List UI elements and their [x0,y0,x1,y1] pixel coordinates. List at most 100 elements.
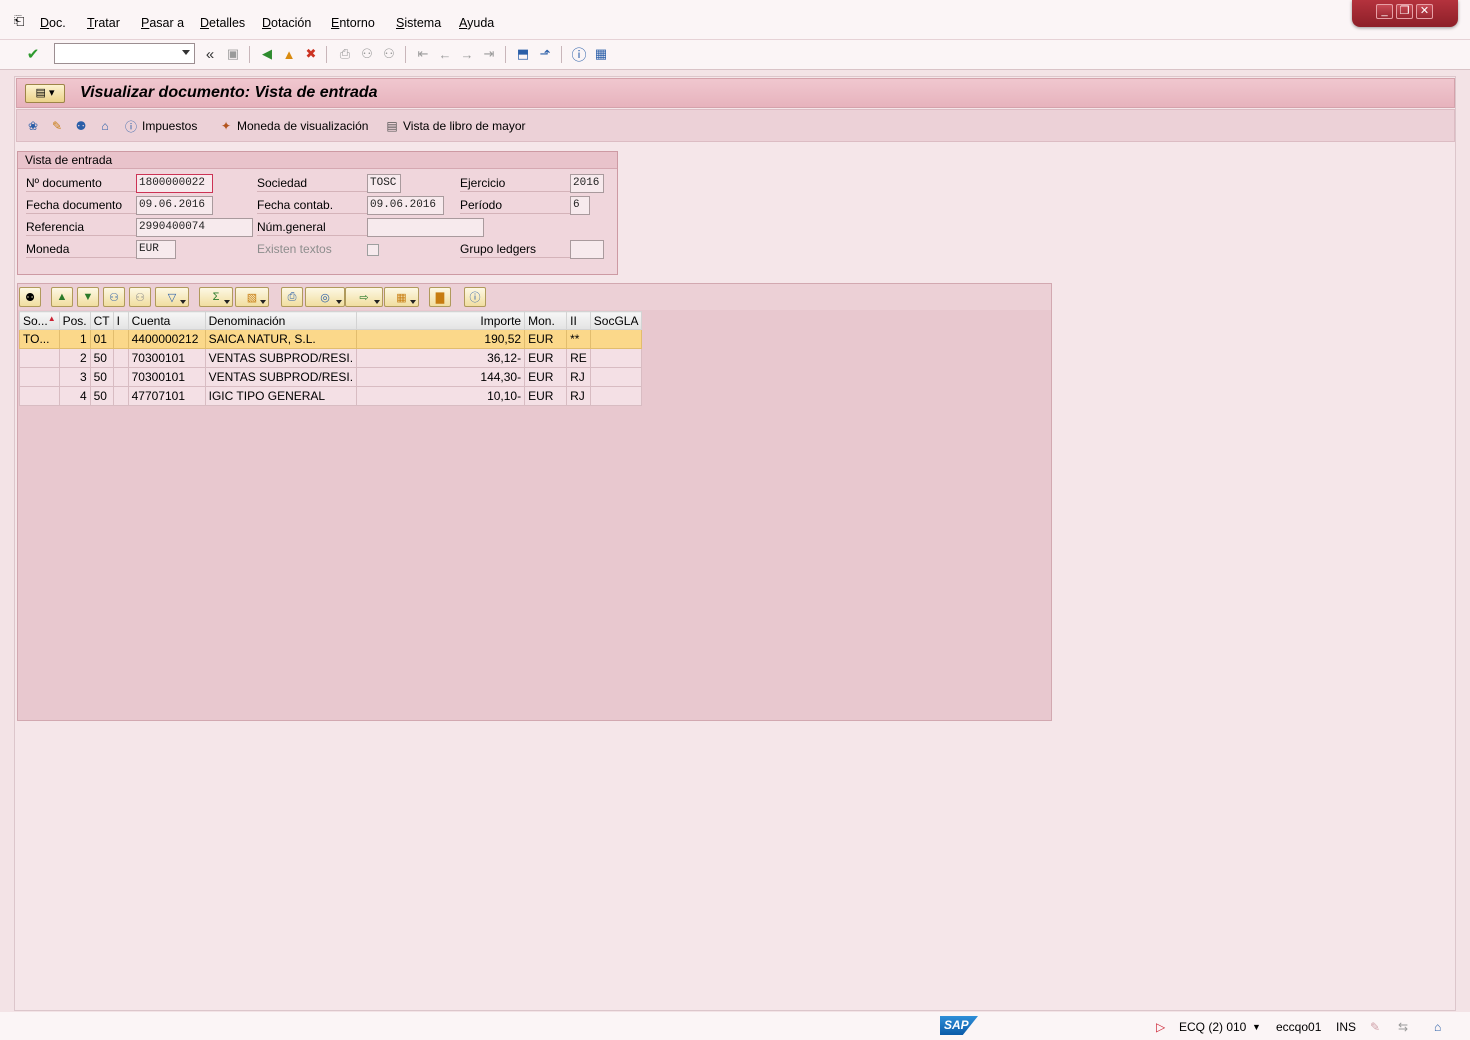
col-so[interactable]: So...▲ [19,311,60,330]
menu-doc[interactable]: Doc. [40,16,66,30]
cell-socgla[interactable] [589,386,643,406]
cell-denom[interactable]: IGIC TIPO GENERAL [204,386,358,406]
cell-pos[interactable]: 1 [58,329,91,349]
prev-page-icon[interactable]: ← [436,45,454,63]
restore-button[interactable]: ❐ [1396,4,1413,19]
find-next-icon[interactable]: ⚇ [129,287,151,307]
menu-tratar[interactable]: Tratar [87,16,120,30]
cell-pos[interactable]: 3 [58,367,91,387]
cell-importe[interactable]: 36,12- [356,348,526,368]
menu-pasar-a[interactable]: Pasar a [141,16,184,30]
cell-i[interactable] [112,348,129,368]
cancel-icon[interactable]: ✖ [302,45,320,63]
menu-detalles[interactable]: Detalles [200,16,245,30]
col-i[interactable]: I [112,311,129,330]
ledger-view-button[interactable]: ▤ Vista de libro de mayor [384,118,525,134]
cell-ii[interactable]: ** [566,329,591,349]
general-num-field[interactable] [367,218,484,237]
cell-mon[interactable]: EUR [524,329,568,349]
doc-number-field[interactable]: 1800000022 [136,174,213,193]
cell-i[interactable] [112,329,129,349]
detail-icon[interactable]: ⚉ [19,287,41,307]
display-currency-button[interactable]: ✦ Moneda de visualización [218,118,368,134]
layout-icon[interactable]: ▦ [384,287,419,307]
menu-ayuda[interactable]: Ayuda [459,16,494,30]
menu-icon[interactable]: ⎗ [14,13,24,29]
menu-sistema[interactable]: Sistema [396,16,441,30]
display-change-button[interactable]: ✎ [49,118,65,134]
cell-so[interactable] [19,386,60,406]
views-icon[interactable]: ◎ [305,287,345,307]
print-preview-icon[interactable]: ⎙ [281,287,303,307]
cell-so[interactable] [19,348,60,368]
chevron-down-icon[interactable]: ▼ [1252,1022,1261,1032]
subtotal-icon[interactable]: ▧ [235,287,269,307]
minimize-button[interactable]: _ [1376,4,1393,19]
sort-asc-icon[interactable]: ▲ [51,287,73,307]
cell-mon[interactable]: EUR [524,367,568,387]
cell-ct[interactable]: 50 [89,386,114,406]
col-pos[interactable]: Pos. [58,311,91,330]
save-icon[interactable]: ▣ [224,45,242,63]
reference-field[interactable]: 2990400074 [136,218,253,237]
cell-socgla[interactable] [589,367,643,387]
cell-mon[interactable]: EUR [524,348,568,368]
cell-so[interactable] [19,367,60,387]
cell-denom[interactable]: VENTAS SUBPROD/RESI. [204,348,358,368]
taxes-button[interactable]: ⓘ Impuestos [123,118,197,134]
lock-icon[interactable]: ⌂ [1434,1020,1441,1034]
shortcut-icon[interactable]: ⬏ [536,45,554,63]
new-session-icon[interactable]: ⬒ [514,45,532,63]
cell-importe[interactable]: 144,30- [356,367,526,387]
cell-pos[interactable]: 2 [58,348,91,368]
enter-check-icon[interactable]: ✔ [24,45,42,63]
find-icon[interactable]: ⚇ [103,287,125,307]
exit-icon[interactable]: ▲ [280,45,298,63]
cell-socgla[interactable] [589,348,643,368]
chevron-down-icon[interactable] [182,50,190,55]
texts-exist-checkbox[interactable] [367,244,379,256]
cell-importe[interactable]: 190,52 [356,329,526,349]
menu-entorno[interactable]: Entorno [331,16,375,30]
exchange-icon[interactable]: ⇆ [1398,1020,1408,1034]
col-denominacion[interactable]: Denominación [204,311,358,330]
filter-icon[interactable]: ▽ [155,287,189,307]
status-arrow-icon[interactable]: ▷ [1156,1020,1165,1034]
period-field[interactable]: 6 [570,196,590,215]
table-row[interactable]: 4 50 47707101 IGIC TIPO GENERAL 10,10- EUR RJ [19,386,643,406]
print-icon[interactable]: ⎙ [336,45,354,63]
col-ii[interactable]: II [566,311,591,330]
table-row[interactable]: 3 50 70300101 VENTAS SUBPROD/RESI. 144,30- EU… [19,367,643,387]
currency-field[interactable]: EUR [136,240,176,259]
info-icon[interactable]: ⓘ [464,287,486,307]
graphic-icon[interactable]: ▇ [429,287,451,307]
doc-date-field[interactable]: 09.06.2016 [136,196,213,215]
cell-socgla[interactable] [589,329,643,349]
cell-cuenta[interactable]: 4400000212 [127,329,206,349]
layout-menu-icon[interactable]: ▦ [592,45,610,63]
next-page-icon[interactable]: → [458,45,476,63]
first-page-icon[interactable]: ⇤ [414,45,432,63]
table-row[interactable]: TO... 1 01 4400000212 SAICA NATUR, S.L. 190,5… [19,329,643,349]
menu-dotacion[interactable]: Dotación [262,16,311,30]
overview-button[interactable]: ⚉ [73,118,89,134]
back-icon[interactable]: ◀ [258,45,276,63]
cell-ct[interactable]: 01 [89,329,114,349]
export-icon[interactable]: ⇨ [345,287,383,307]
cell-cuenta[interactable]: 70300101 [127,367,206,387]
find-next-icon[interactable]: ⚇ [380,45,398,63]
cell-i[interactable] [112,367,129,387]
col-ct[interactable]: CT [89,311,114,330]
close-button[interactable]: ✕ [1416,4,1433,19]
ledger-group-field[interactable] [570,240,604,259]
sum-icon[interactable]: Σ [199,287,233,307]
other-doc-button[interactable]: ❀ [25,118,41,134]
cell-importe[interactable]: 10,10- [356,386,526,406]
cell-denom[interactable]: VENTAS SUBPROD/RESI. [204,367,358,387]
last-page-icon[interactable]: ⇥ [480,45,498,63]
find-icon[interactable]: ⚇ [358,45,376,63]
cell-ct[interactable]: 50 [89,348,114,368]
col-mon[interactable]: Mon. [524,311,568,330]
cell-so[interactable]: TO... [19,329,60,349]
cell-ii[interactable]: RJ [566,367,591,387]
